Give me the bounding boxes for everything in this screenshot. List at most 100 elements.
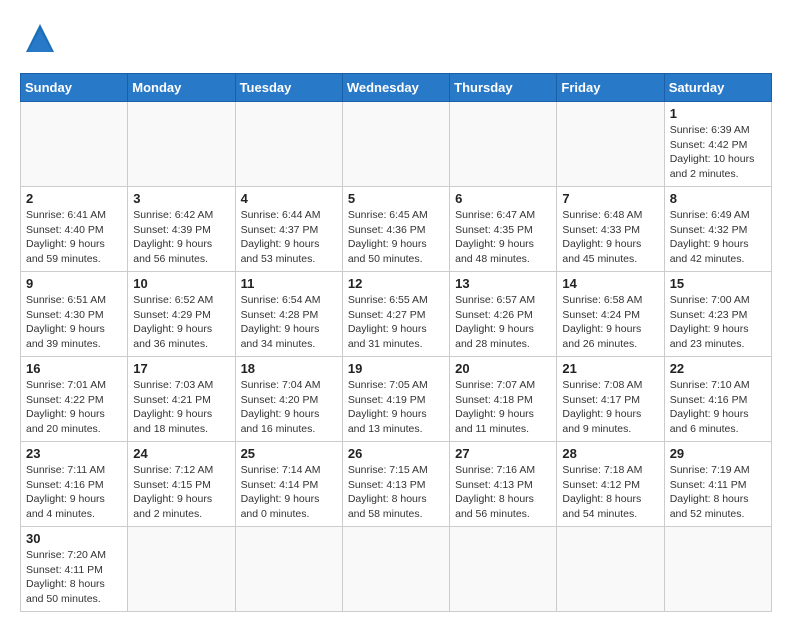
calendar-cell: 21 Sunrise: 7:08 AM Sunset: 4:17 PM Dayli… xyxy=(557,357,664,442)
week-row-6: 30Sunrise: 7:20 AM Sunset: 4:11 PM Dayli… xyxy=(21,527,772,612)
day-number: 8 xyxy=(670,191,766,206)
calendar-cell: 27 Sunrise: 7:16 AM Sunset: 4:13 PM Dayli… xyxy=(450,442,557,527)
day-info: Sunrise: 7:18 AM Sunset: 4:12 PM Dayligh… xyxy=(562,463,658,522)
calendar-cell xyxy=(557,102,664,187)
calendar-cell xyxy=(235,102,342,187)
calendar-cell xyxy=(128,102,235,187)
calendar-cell: 15 Sunrise: 7:00 AM Sunset: 4:23 PM Dayli… xyxy=(664,272,771,357)
calendar-cell: 20Sunrise: 7:07 AM Sunset: 4:18 PM Dayli… xyxy=(450,357,557,442)
day-info: Sunrise: 7:11 AM Sunset: 4:16 PM Dayligh… xyxy=(26,463,122,522)
week-row-1: 1 Sunrise: 6:39 AM Sunset: 4:42 PM Daylig… xyxy=(21,102,772,187)
day-number: 16 xyxy=(26,361,122,376)
day-info: Sunrise: 6:52 AM Sunset: 4:29 PM Dayligh… xyxy=(133,293,229,352)
day-number: 13 xyxy=(455,276,551,291)
day-number: 1 xyxy=(670,106,766,121)
calendar-cell: 23 Sunrise: 7:11 AM Sunset: 4:16 PM Dayli… xyxy=(21,442,128,527)
day-number: 27 xyxy=(455,446,551,461)
day-info: Sunrise: 6:49 AM Sunset: 4:32 PM Dayligh… xyxy=(670,208,766,267)
day-number: 7 xyxy=(562,191,658,206)
calendar-cell: 12 Sunrise: 6:55 AM Sunset: 4:27 PM Dayli… xyxy=(342,272,449,357)
calendar-cell: 14Sunrise: 6:58 AM Sunset: 4:24 PM Dayli… xyxy=(557,272,664,357)
day-info: Sunrise: 6:51 AM Sunset: 4:30 PM Dayligh… xyxy=(26,293,122,352)
calendar-cell xyxy=(342,527,449,612)
day-info: Sunrise: 6:55 AM Sunset: 4:27 PM Dayligh… xyxy=(348,293,444,352)
day-header-thursday: Thursday xyxy=(450,74,557,102)
calendar-cell xyxy=(342,102,449,187)
day-info: Sunrise: 7:14 AM Sunset: 4:14 PM Dayligh… xyxy=(241,463,337,522)
day-info: Sunrise: 6:48 AM Sunset: 4:33 PM Dayligh… xyxy=(562,208,658,267)
week-row-5: 23 Sunrise: 7:11 AM Sunset: 4:16 PM Dayli… xyxy=(21,442,772,527)
day-number: 4 xyxy=(241,191,337,206)
day-header-wednesday: Wednesday xyxy=(342,74,449,102)
day-info: Sunrise: 6:57 AM Sunset: 4:26 PM Dayligh… xyxy=(455,293,551,352)
calendar-cell: 8 Sunrise: 6:49 AM Sunset: 4:32 PM Daylig… xyxy=(664,187,771,272)
day-number: 3 xyxy=(133,191,229,206)
week-row-4: 16 Sunrise: 7:01 AM Sunset: 4:22 PM Dayli… xyxy=(21,357,772,442)
day-number: 11 xyxy=(241,276,337,291)
calendar-header-row: SundayMondayTuesdayWednesdayThursdayFrid… xyxy=(21,74,772,102)
day-number: 17 xyxy=(133,361,229,376)
day-number: 28 xyxy=(562,446,658,461)
day-number: 23 xyxy=(26,446,122,461)
day-info: Sunrise: 7:04 AM Sunset: 4:20 PM Dayligh… xyxy=(241,378,337,437)
calendar-cell: 16 Sunrise: 7:01 AM Sunset: 4:22 PM Dayli… xyxy=(21,357,128,442)
calendar-cell: 13 Sunrise: 6:57 AM Sunset: 4:26 PM Dayli… xyxy=(450,272,557,357)
day-info: Sunrise: 7:15 AM Sunset: 4:13 PM Dayligh… xyxy=(348,463,444,522)
calendar-cell xyxy=(450,527,557,612)
day-info: Sunrise: 7:01 AM Sunset: 4:22 PM Dayligh… xyxy=(26,378,122,437)
calendar-cell: 7 Sunrise: 6:48 AM Sunset: 4:33 PM Daylig… xyxy=(557,187,664,272)
day-info: Sunrise: 6:45 AM Sunset: 4:36 PM Dayligh… xyxy=(348,208,444,267)
day-number: 24 xyxy=(133,446,229,461)
calendar-cell: 19 Sunrise: 7:05 AM Sunset: 4:19 PM Dayli… xyxy=(342,357,449,442)
calendar-cell xyxy=(235,527,342,612)
day-number: 20 xyxy=(455,361,551,376)
week-row-2: 2Sunrise: 6:41 AM Sunset: 4:40 PM Daylig… xyxy=(21,187,772,272)
calendar-cell: 25Sunrise: 7:14 AM Sunset: 4:14 PM Dayli… xyxy=(235,442,342,527)
calendar-cell xyxy=(664,527,771,612)
calendar-cell: 24Sunrise: 7:12 AM Sunset: 4:15 PM Dayli… xyxy=(128,442,235,527)
calendar-cell: 22Sunrise: 7:10 AM Sunset: 4:16 PM Dayli… xyxy=(664,357,771,442)
calendar-cell: 9 Sunrise: 6:51 AM Sunset: 4:30 PM Daylig… xyxy=(21,272,128,357)
day-number: 15 xyxy=(670,276,766,291)
day-number: 12 xyxy=(348,276,444,291)
calendar-cell: 17 Sunrise: 7:03 AM Sunset: 4:21 PM Dayli… xyxy=(128,357,235,442)
day-info: Sunrise: 7:08 AM Sunset: 4:17 PM Dayligh… xyxy=(562,378,658,437)
header xyxy=(20,20,772,57)
calendar-cell: 29 Sunrise: 7:19 AM Sunset: 4:11 PM Dayli… xyxy=(664,442,771,527)
day-header-saturday: Saturday xyxy=(664,74,771,102)
day-number: 21 xyxy=(562,361,658,376)
calendar-cell: 1 Sunrise: 6:39 AM Sunset: 4:42 PM Daylig… xyxy=(664,102,771,187)
day-number: 18 xyxy=(241,361,337,376)
day-number: 19 xyxy=(348,361,444,376)
calendar-cell: 11Sunrise: 6:54 AM Sunset: 4:28 PM Dayli… xyxy=(235,272,342,357)
day-number: 29 xyxy=(670,446,766,461)
day-number: 5 xyxy=(348,191,444,206)
day-info: Sunrise: 7:05 AM Sunset: 4:19 PM Dayligh… xyxy=(348,378,444,437)
calendar-cell xyxy=(21,102,128,187)
day-info: Sunrise: 7:03 AM Sunset: 4:21 PM Dayligh… xyxy=(133,378,229,437)
day-number: 14 xyxy=(562,276,658,291)
calendar-cell xyxy=(128,527,235,612)
day-number: 26 xyxy=(348,446,444,461)
week-row-3: 9 Sunrise: 6:51 AM Sunset: 4:30 PM Daylig… xyxy=(21,272,772,357)
day-info: Sunrise: 6:39 AM Sunset: 4:42 PM Dayligh… xyxy=(670,123,766,182)
calendar-cell: 4 Sunrise: 6:44 AM Sunset: 4:37 PM Daylig… xyxy=(235,187,342,272)
calendar-cell: 2Sunrise: 6:41 AM Sunset: 4:40 PM Daylig… xyxy=(21,187,128,272)
day-info: Sunrise: 7:19 AM Sunset: 4:11 PM Dayligh… xyxy=(670,463,766,522)
logo-triangle-icon xyxy=(26,24,54,57)
day-number: 22 xyxy=(670,361,766,376)
day-info: Sunrise: 7:16 AM Sunset: 4:13 PM Dayligh… xyxy=(455,463,551,522)
calendar-cell: 30Sunrise: 7:20 AM Sunset: 4:11 PM Dayli… xyxy=(21,527,128,612)
day-header-monday: Monday xyxy=(128,74,235,102)
calendar-cell xyxy=(557,527,664,612)
day-header-friday: Friday xyxy=(557,74,664,102)
calendar-cell: 5 Sunrise: 6:45 AM Sunset: 4:36 PM Daylig… xyxy=(342,187,449,272)
calendar-table: SundayMondayTuesdayWednesdayThursdayFrid… xyxy=(20,73,772,612)
day-info: Sunrise: 7:00 AM Sunset: 4:23 PM Dayligh… xyxy=(670,293,766,352)
day-number: 9 xyxy=(26,276,122,291)
day-info: Sunrise: 6:41 AM Sunset: 4:40 PM Dayligh… xyxy=(26,208,122,267)
day-number: 6 xyxy=(455,191,551,206)
day-info: Sunrise: 6:47 AM Sunset: 4:35 PM Dayligh… xyxy=(455,208,551,267)
day-number: 30 xyxy=(26,531,122,546)
day-info: Sunrise: 6:44 AM Sunset: 4:37 PM Dayligh… xyxy=(241,208,337,267)
